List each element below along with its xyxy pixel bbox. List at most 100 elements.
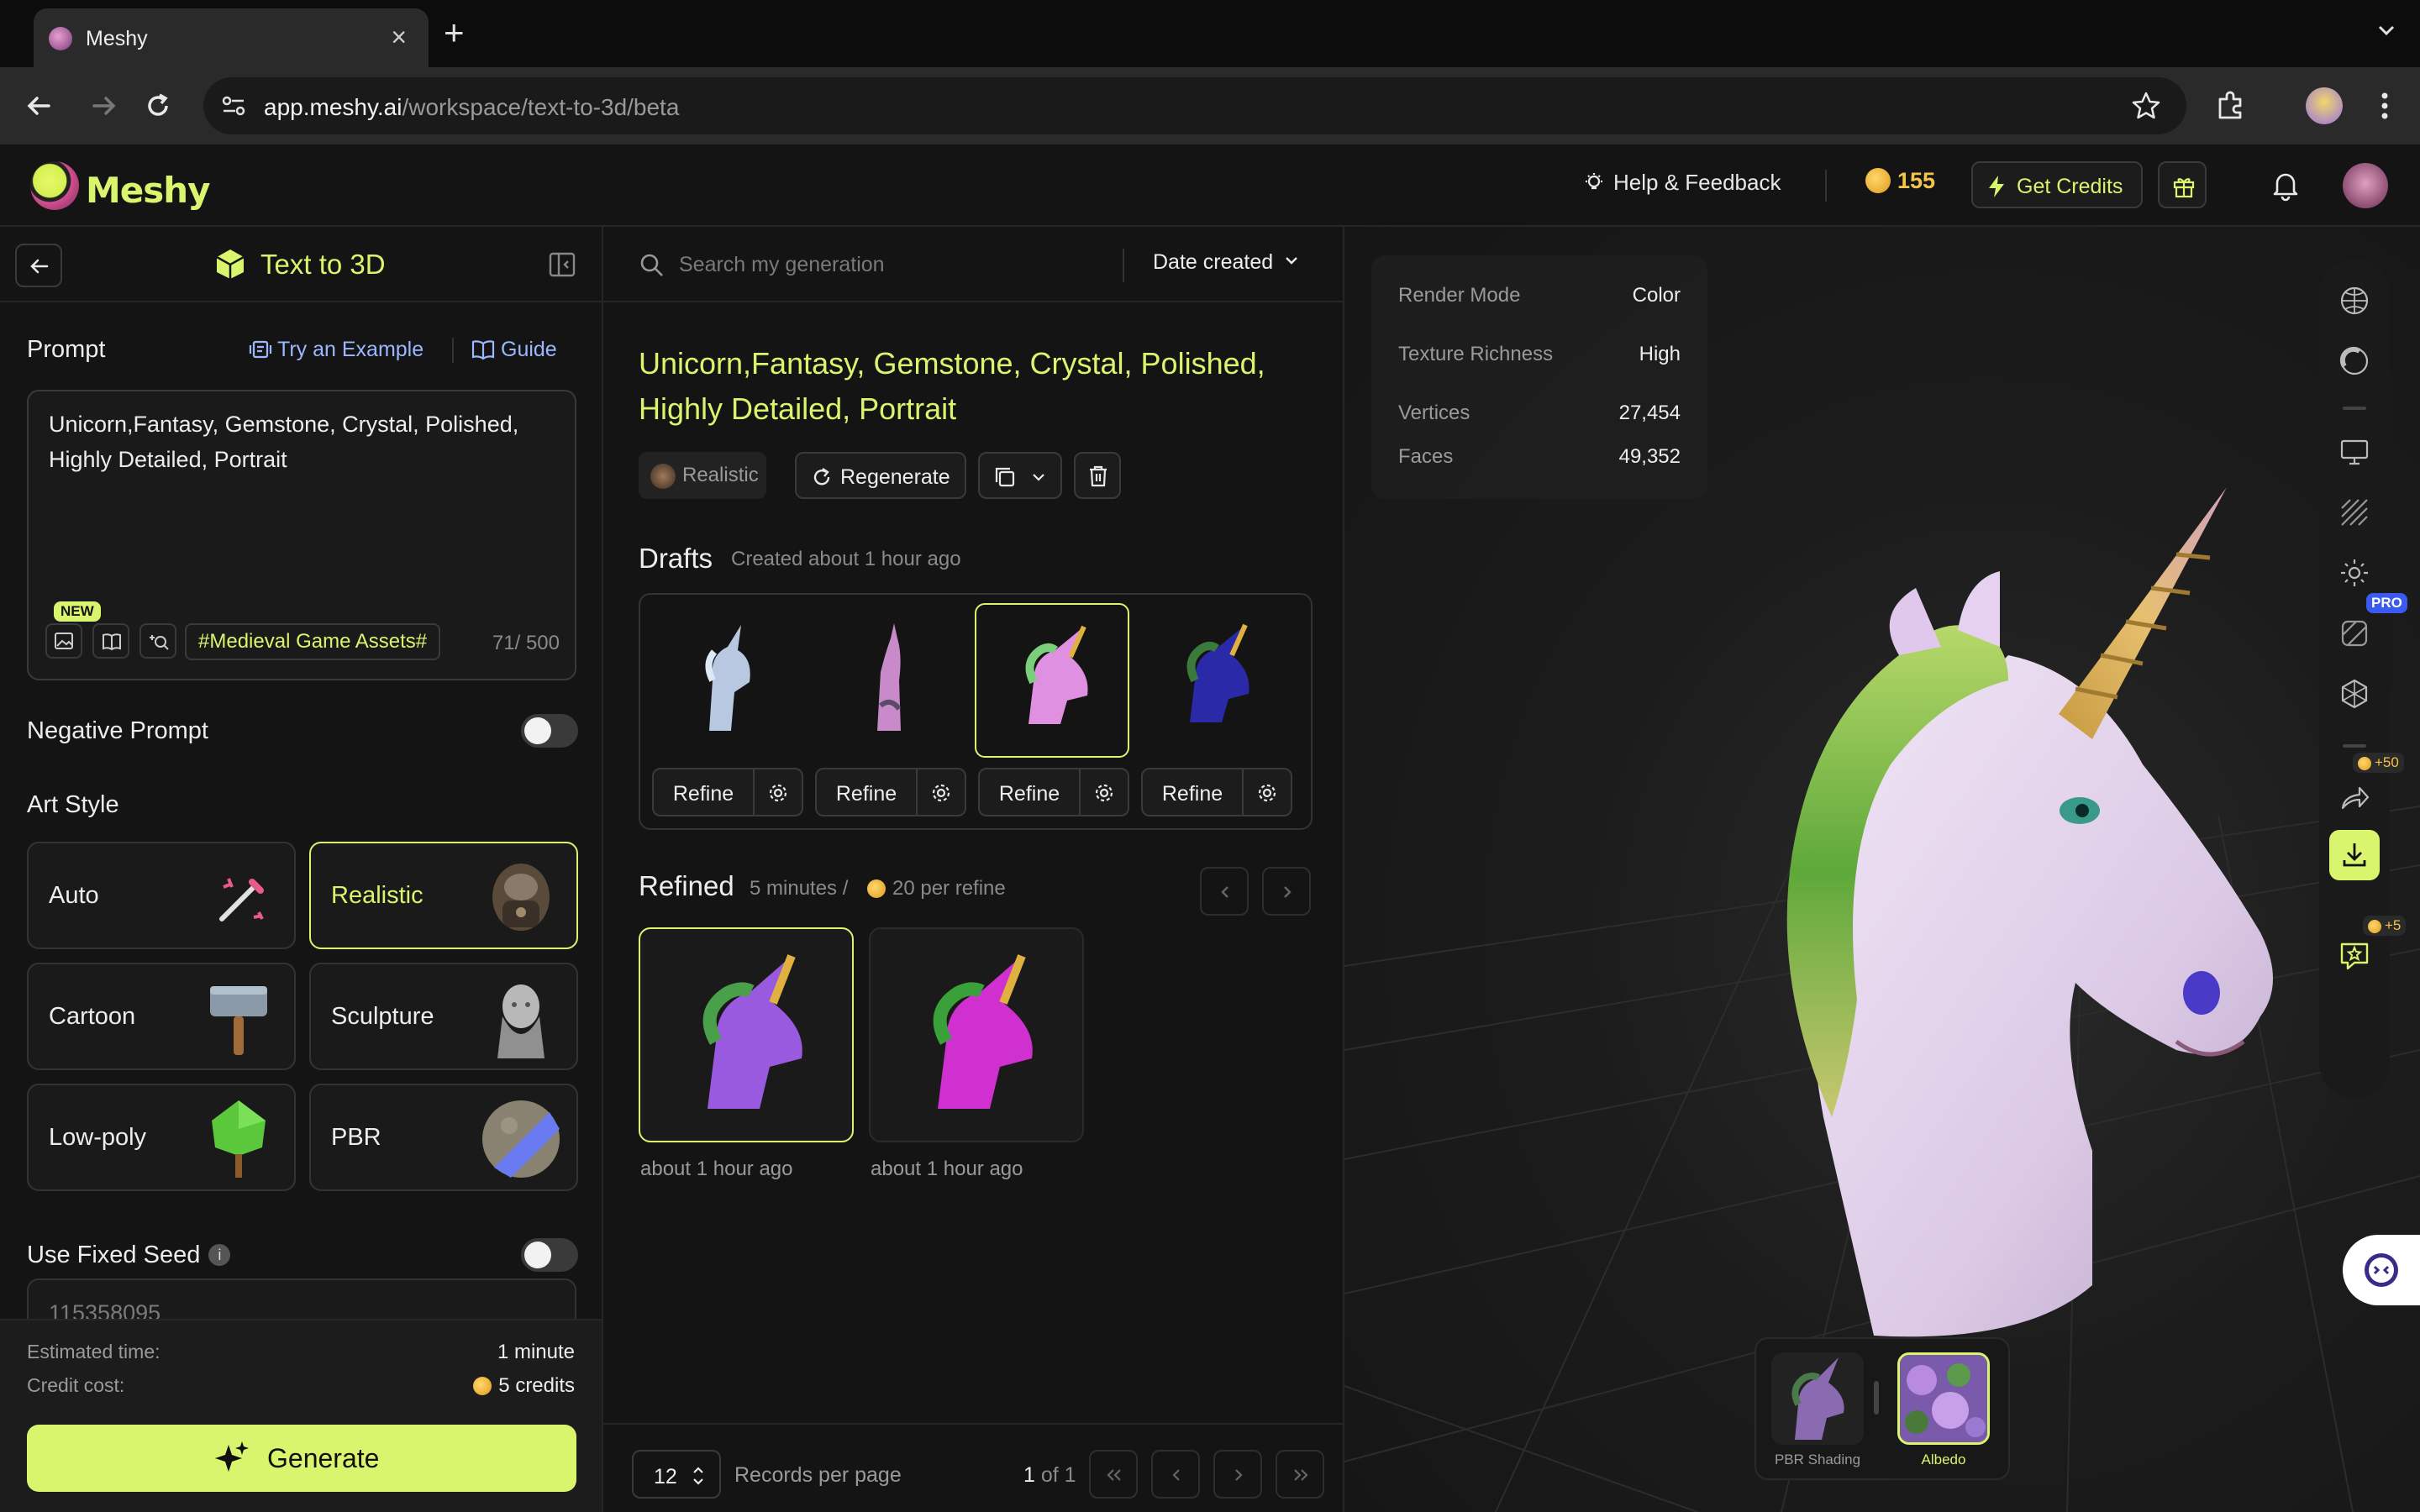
refine-label: Refine [1143,782,1242,806]
try-example-link[interactable]: Try an Example [249,338,424,362]
hatch-pattern-icon[interactable] [2338,496,2371,529]
first-page-button[interactable] [1089,1450,1138,1499]
refine-settings-button-1[interactable] [755,768,803,816]
refine-settings-button-2[interactable] [918,768,966,816]
site-settings-icon[interactable] [220,94,247,118]
delete-button[interactable] [1074,452,1121,499]
wireframe-sphere-icon[interactable] [2338,284,2371,318]
bookmark-star-icon[interactable] [2129,89,2163,123]
pagination-bar: 12 Records per page 1 of 1 [603,1423,1343,1512]
tag-chip[interactable]: #Medieval Game Assets# [185,623,440,660]
art-style-label: Art Style [27,791,119,819]
page-indicator: 1 of 1 [1023,1463,1076,1488]
browser-menu-icon[interactable] [2375,87,2395,124]
download-button[interactable] [2329,830,2380,880]
generate-button[interactable]: Generate [27,1425,576,1492]
download-icon [2341,840,2368,869]
sun-light-icon[interactable] [2338,556,2371,590]
sparkle-icon [213,1440,250,1477]
search-input[interactable] [679,245,1116,284]
style-card-low-poly[interactable]: Low-poly [27,1084,296,1191]
style-card-auto[interactable]: Auto [27,842,296,949]
drafts-label: Drafts [639,543,713,575]
animation-icon[interactable] [2338,677,2371,711]
forward-arrow-icon[interactable] [86,87,123,124]
coin-icon [1865,168,1891,193]
logo-text: Meshy [86,170,210,211]
guide-label: Guide [501,338,557,361]
chat-bot-icon [2361,1250,2402,1290]
refine-button-2[interactable]: Refine [815,768,918,816]
refine-button-4[interactable]: Refine [1141,768,1244,816]
draft-thumbnail-3[interactable] [975,603,1129,758]
back-arrow-icon[interactable] [20,87,57,124]
get-credits-button[interactable]: Get Credits [1971,161,2143,208]
guide-link[interactable]: Guide [471,338,557,362]
prev-page-button[interactable] [1151,1450,1200,1499]
prompt-textarea[interactable]: Unicorn,Fantasy, Gemstone, Crystal, Poli… [27,390,576,680]
texture-pattern-icon[interactable] [2338,617,2371,650]
browser-tab[interactable]: Meshy × [34,8,429,67]
page-total: of 1 [1041,1463,1076,1487]
refine-settings-button-3[interactable] [1081,768,1129,816]
gear-icon [767,782,789,804]
browser-nav-bar: app.meshy.ai/workspace/text-to-3d/beta [0,67,2420,144]
address-bar[interactable]: app.meshy.ai/workspace/text-to-3d/beta [203,77,2186,134]
help-feedback-button[interactable]: Help & Feedback [1583,170,1781,196]
style-card-pbr[interactable]: PBR [309,1084,578,1191]
info-icon[interactable]: i [208,1244,230,1266]
refined-thumbnail-1[interactable]: about 1 hour ago [639,927,854,1142]
style-card-sculpture[interactable]: Sculpture [309,963,578,1070]
new-tab-icon[interactable]: + [444,15,465,50]
style-card-cartoon[interactable]: Cartoon [27,963,296,1070]
style-chip-label: Realistic [682,464,759,487]
per-page-select[interactable]: 12 [632,1450,721,1499]
reload-icon[interactable] [139,87,176,124]
meshy-logo[interactable]: Meshy [30,161,198,210]
3d-viewer[interactable]: Render Mode Color Texture Richness High … [1344,227,2420,1512]
browser-profile-avatar[interactable] [2306,87,2343,124]
user-avatar[interactable] [2343,163,2388,208]
monitor-icon[interactable] [2338,435,2371,469]
fixed-seed-label: Use Fixed Seed [27,1242,200,1268]
faces-key: Faces [1398,445,1453,469]
tab-search-chevron-icon[interactable] [2373,17,2400,44]
albedo-option[interactable] [1897,1352,1990,1445]
next-page-button[interactable] [1213,1450,1262,1499]
enhance-prompt-button[interactable] [139,623,176,659]
gift-button[interactable] [2158,161,2207,208]
support-chat-button[interactable] [2343,1235,2420,1305]
refined-prev-button[interactable] [1200,867,1249,916]
collapse-sidebar-icon[interactable] [548,250,576,279]
prompt-text[interactable]: Unicorn,Fantasy, Gemstone, Crystal, Poli… [49,407,561,477]
credit-balance[interactable]: 155 [1865,168,1935,194]
back-button[interactable] [15,244,62,287]
refined-next-button[interactable] [1262,867,1311,916]
regenerate-button[interactable]: Regenerate [795,452,966,499]
style-card-realistic[interactable]: Realistic [309,842,578,949]
prompt-library-button[interactable] [92,623,129,659]
share-icon[interactable] [2338,781,2371,815]
extensions-puzzle-icon[interactable] [2213,89,2247,123]
fixed-seed-toggle[interactable] [521,1238,578,1272]
last-page-button[interactable] [1276,1450,1324,1499]
draft-thumbnail-1[interactable] [649,603,803,758]
image-prompt-button[interactable] [45,623,82,659]
refined-thumbnail-2[interactable]: about 1 hour ago [869,927,1084,1142]
refine-settings-button-4[interactable] [1244,768,1292,816]
refine-button-1[interactable]: Refine [652,768,755,816]
close-tab-icon[interactable]: × [391,22,407,52]
refine-button-3[interactable]: Refine [978,768,1081,816]
draft-thumbnail-4[interactable] [1138,603,1292,758]
unicorn-model[interactable] [1622,462,2311,1352]
refined-time-2: about 1 hour ago [871,1158,1023,1181]
draft-thumbnail-2[interactable] [812,603,966,758]
copy-dropdown-button[interactable] [978,452,1062,499]
notification-bell-icon[interactable] [2269,168,2302,202]
albedo-label: Albedo [1889,1452,1998,1468]
solid-sphere-icon[interactable] [2338,344,2371,378]
pbr-shading-option[interactable] [1771,1352,1864,1445]
magic-wand-icon [195,853,282,941]
sort-dropdown[interactable]: Date created [1153,250,1300,275]
negative-prompt-toggle[interactable] [521,714,578,748]
